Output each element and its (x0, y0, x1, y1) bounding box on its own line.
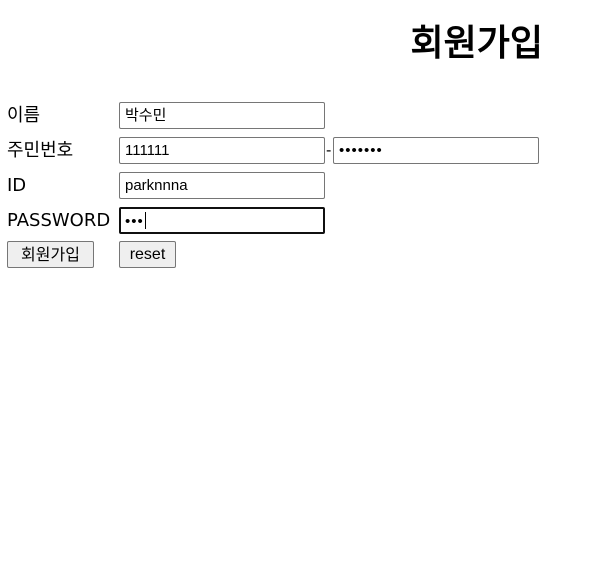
text-caret (144, 212, 146, 229)
id-input[interactable]: parknnna (119, 172, 325, 199)
password-input[interactable]: ••• (119, 207, 325, 234)
name-input[interactable]: 박수민 (119, 102, 325, 129)
ssn-second-input[interactable]: ••••••• (333, 137, 539, 164)
id-label: ID (7, 175, 27, 196)
ssn-label: 주민번호 (7, 140, 74, 161)
reset-button[interactable]: reset (119, 241, 176, 268)
name-label: 이름 (7, 105, 41, 126)
id-input-value: parknnna (125, 177, 188, 194)
ssn-first-input[interactable]: 111111 (119, 137, 325, 164)
signup-button[interactable]: 회원가입 (7, 241, 94, 268)
page-title: 회원가입 (410, 23, 543, 64)
ssn-second-value: ••••••• (339, 142, 383, 159)
password-input-value: ••• (125, 213, 144, 230)
password-label: PASSWORD (7, 210, 111, 231)
ssn-first-value: 111111 (125, 142, 170, 159)
ssn-separator: - (326, 142, 332, 159)
name-input-value: 박수민 (125, 107, 167, 124)
